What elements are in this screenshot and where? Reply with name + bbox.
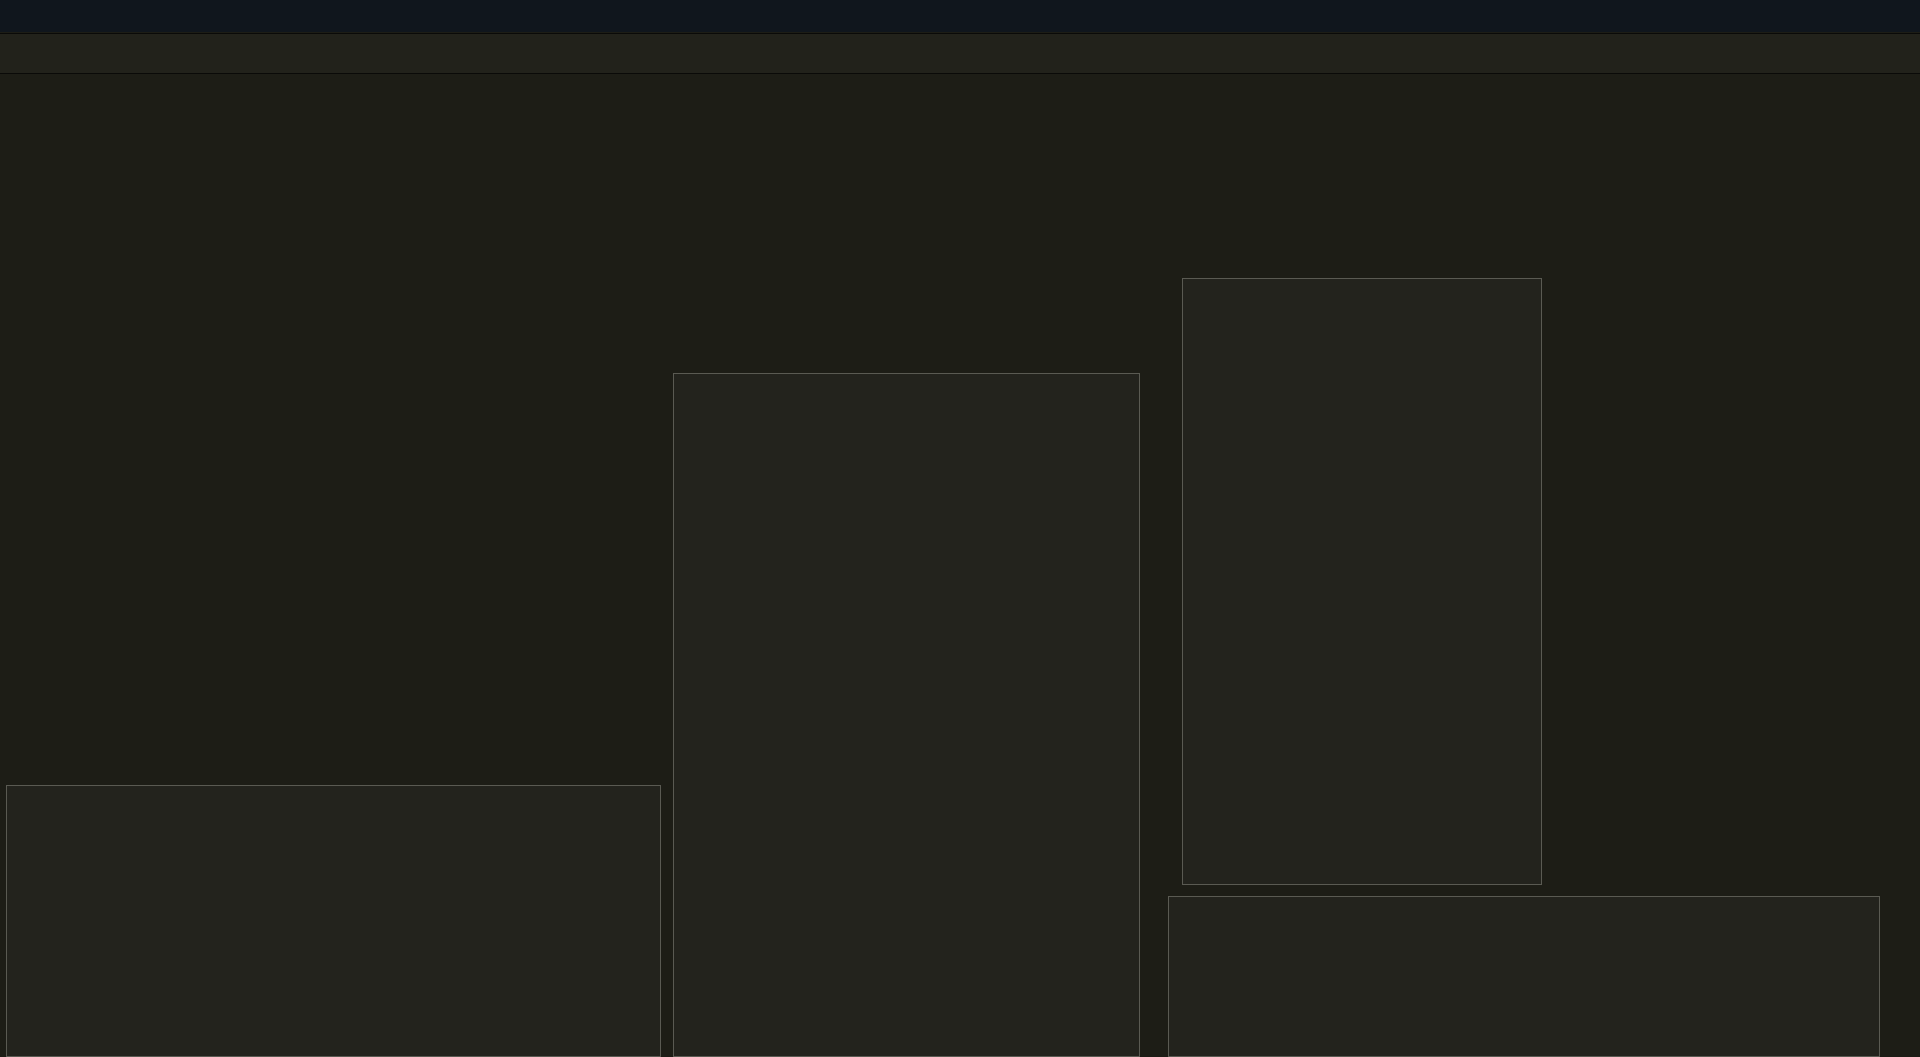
statistics-window xyxy=(6,785,661,1057)
frame-time-minigraph[interactable] xyxy=(0,33,1920,74)
find-zone-window xyxy=(673,373,1140,1057)
main-toolbar xyxy=(0,0,1920,32)
zone-info-window xyxy=(1182,278,1542,885)
time-ruler[interactable] xyxy=(0,76,1920,98)
frame-separator-bar[interactable] xyxy=(0,108,1920,126)
memory-window xyxy=(1168,896,1880,1057)
